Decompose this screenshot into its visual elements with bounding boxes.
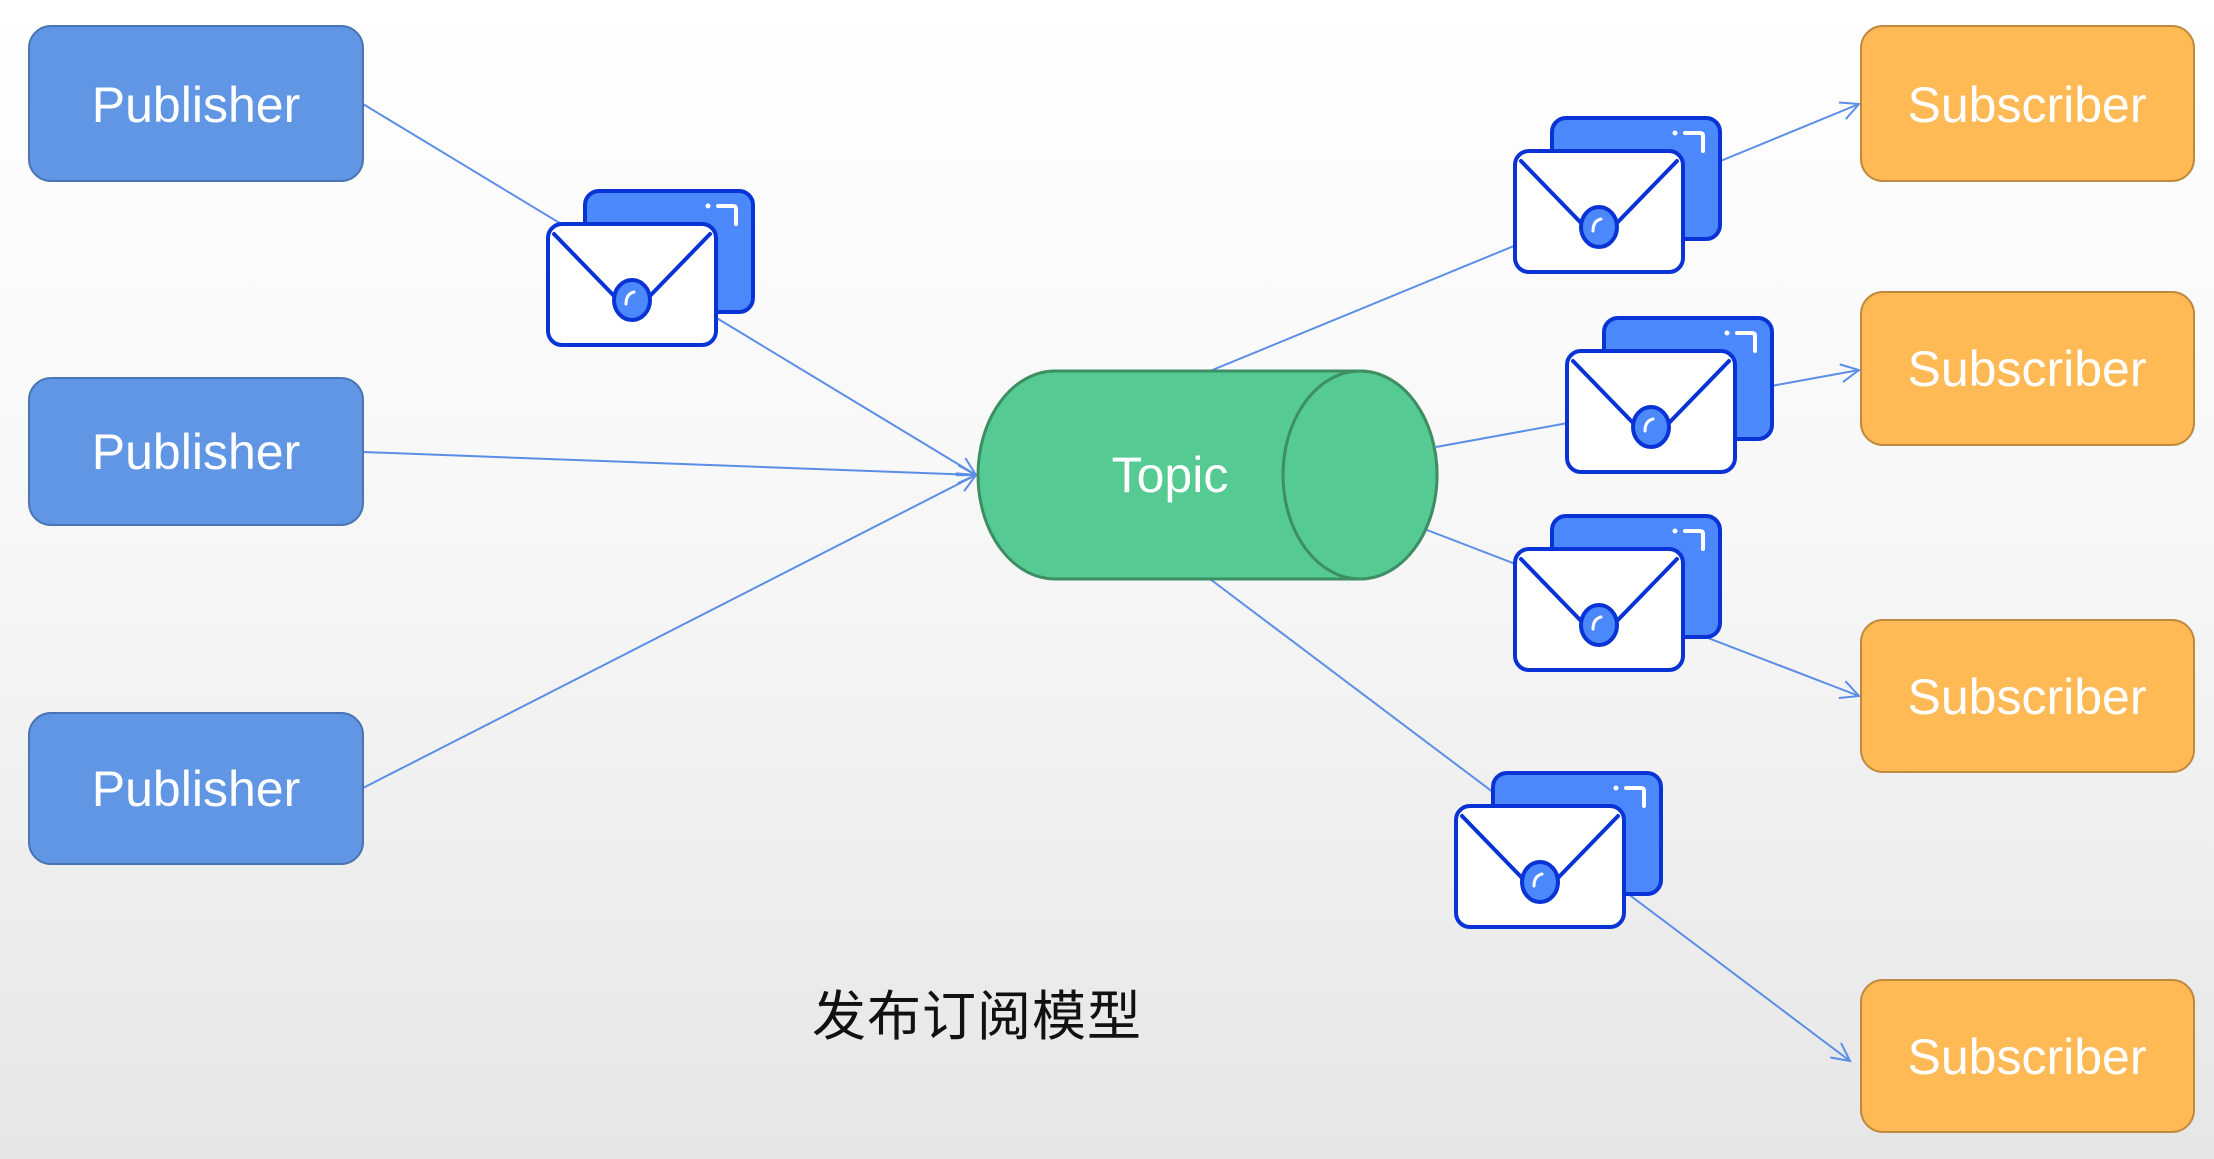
publisher-node-2[interactable]: Publisher [28,377,364,526]
envelope-icon [1454,771,1663,929]
publisher-node-1[interactable]: Publisher [28,25,364,182]
publisher-label: Publisher [92,424,300,480]
subscriber-label: Subscriber [1908,669,2147,725]
edge-p3-topic [362,475,976,789]
subscriber-node-2[interactable]: Subscriber [1860,291,2195,446]
topic-end-cap [1281,369,1439,581]
subscriber-label: Subscriber [1908,1029,2147,1085]
subscriber-node-4[interactable]: Subscriber [1860,979,2195,1133]
topic-node[interactable]: Topic [976,369,1439,581]
publisher-label: Publisher [92,761,300,817]
diagram-title: 发布订阅模型 [812,985,1142,1048]
envelope-icon [1513,116,1722,274]
subscriber-node-3[interactable]: Subscriber [1860,619,2195,773]
publisher-label: Publisher [92,77,300,133]
topic-label: Topic [1112,447,1229,503]
edge-p2-topic [362,451,976,475]
envelope-icon [1565,316,1774,474]
subscriber-node-1[interactable]: Subscriber [1860,25,2195,182]
envelope-icon [1513,514,1722,672]
subscriber-label: Subscriber [1908,77,2147,133]
publisher-node-3[interactable]: Publisher [28,712,364,865]
subscriber-label: Subscriber [1908,341,2147,397]
